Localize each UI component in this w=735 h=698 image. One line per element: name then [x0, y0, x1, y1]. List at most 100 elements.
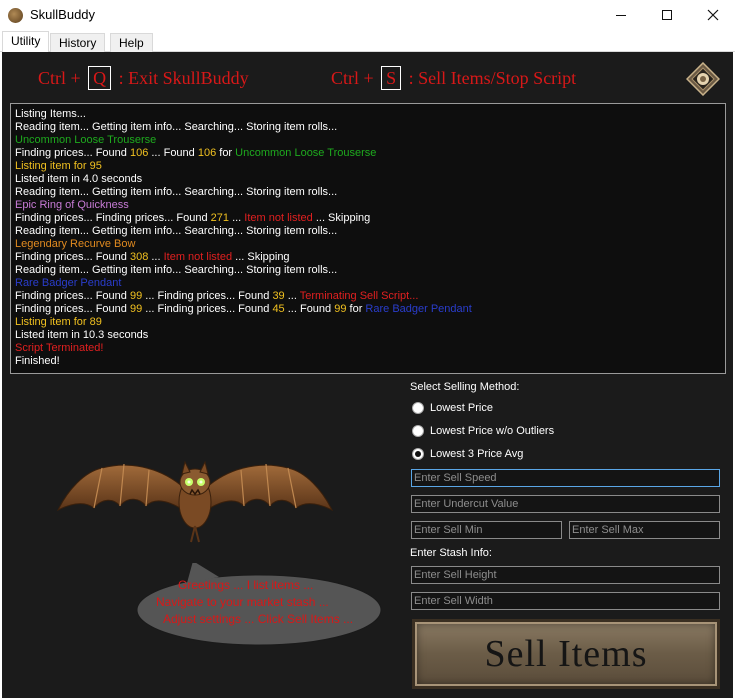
method-lowest-3-avg[interactable]: Lowest 3 Price Avg: [412, 448, 523, 460]
log-line: Listing item for 95: [15, 160, 721, 173]
log-segment: ...: [229, 212, 245, 224]
log-segment: ...: [148, 251, 164, 263]
radio-label: Lowest Price: [430, 402, 493, 414]
log-segment: Uncommon Loose Trouserse: [235, 147, 377, 159]
exit-hotkey-key: Q: [88, 66, 112, 90]
log-segment: ... Skipping: [232, 251, 290, 263]
bat-icon: [56, 460, 334, 543]
log-segment: ... Finding prices... Found: [142, 290, 273, 302]
method-lowest-price-no-outliers[interactable]: Lowest Price w/o Outliers: [412, 425, 554, 437]
sell-hotkey-hint: Ctrl + S : Sell Items/Stop Script: [331, 66, 576, 90]
tab-utility[interactable]: Utility: [2, 31, 50, 52]
activity-log[interactable]: Listing Items... Reading item... Getting …: [10, 103, 726, 374]
log-segment: Listed item in 10.3 seconds: [15, 329, 149, 341]
log-segment: Listed item in 4.0 seconds: [15, 173, 143, 185]
radio-lowest-3-avg[interactable]: [412, 448, 424, 460]
tab-help[interactable]: Help: [110, 33, 153, 52]
log-segment: Finding prices... Found: [15, 251, 130, 263]
utility-panel: Ctrl + Q : Exit SkullBuddy Ctrl + S : Se…: [2, 52, 733, 698]
log-segment: Reading item... Getting item info... Sea…: [15, 225, 338, 237]
sell-min-input[interactable]: [411, 521, 562, 539]
bubble-line-3: Adjust settings ... Click Sell Items ...: [163, 612, 354, 626]
log-line: Reading item... Getting item info... Sea…: [15, 186, 721, 199]
log-segment: 99: [334, 303, 347, 315]
log-line: Reading item... Getting item info... Sea…: [15, 225, 721, 238]
radio-lowest-price-no-outliers[interactable]: [412, 425, 424, 437]
tab-bar: Utility History Help: [0, 31, 735, 52]
log-segment: Uncommon Loose Trouserse: [15, 134, 157, 146]
log-segment: Listing item for 89: [15, 316, 102, 328]
log-segment: Rare Badger Pendant: [365, 303, 472, 315]
minimize-icon: [616, 14, 626, 16]
log-segment: Listing Items...: [15, 108, 86, 120]
log-segment: Item not listed: [244, 212, 313, 224]
log-segment: ... Found: [284, 303, 335, 315]
close-icon: [707, 9, 719, 21]
log-line: Finding prices... Found 99 ... Finding p…: [15, 290, 721, 303]
log-line: Finding prices... Found 99 ... Finding p…: [15, 303, 721, 316]
stash-height-input[interactable]: [411, 566, 720, 584]
log-segment: Finished!: [15, 355, 60, 367]
log-segment: 39: [272, 290, 285, 302]
log-segment: 271: [210, 212, 230, 224]
sell-max-input[interactable]: [569, 521, 720, 539]
minimize-button[interactable]: [598, 0, 644, 30]
log-line: Legendary Recurve Bow: [15, 238, 721, 251]
log-line: Uncommon Loose Trouserse: [15, 134, 721, 147]
log-line: Reading item... Getting item info... Sea…: [15, 264, 721, 277]
radio-label: Lowest Price w/o Outliers: [430, 425, 555, 437]
log-line: Listing item for 89: [15, 316, 721, 329]
log-segment: Finding prices... Found: [15, 147, 130, 159]
title-bar[interactable]: SkullBuddy: [0, 0, 735, 31]
log-segment: 45: [272, 303, 285, 315]
log-segment: for: [346, 303, 366, 315]
exit-hotkey-prefix: Ctrl +: [38, 68, 81, 88]
log-line: Reading item... Getting item info... Sea…: [15, 121, 721, 134]
log-segment: Finding prices... Found: [15, 290, 130, 302]
exit-hotkey-hint: Ctrl + Q : Exit SkullBuddy: [38, 66, 249, 90]
sell-speed-input[interactable]: [411, 469, 720, 487]
log-segment: ... Found: [148, 147, 198, 159]
stash-info-label: Enter Stash Info:: [410, 547, 492, 559]
log-line: Finding prices... Found 106 ... Found 10…: [15, 147, 721, 160]
maximize-button[interactable]: [644, 0, 690, 30]
sell-hotkey-prefix: Ctrl +: [331, 68, 374, 88]
log-line: Listed item in 10.3 seconds: [15, 329, 721, 342]
log-segment: Reading item... Getting item info... Sea…: [15, 121, 338, 133]
sell-hotkey-action: : Sell Items/Stop Script: [408, 68, 577, 88]
log-segment: Finding prices... Finding prices... Foun…: [15, 212, 211, 224]
exit-hotkey-action: : Exit SkullBuddy: [118, 68, 249, 88]
bubble-line-1: Greetings ... I list items ...: [178, 578, 314, 592]
log-segment: Finding prices... Found: [15, 303, 130, 315]
sell-items-label: Sell Items: [484, 633, 648, 675]
radio-lowest-price[interactable]: [412, 402, 424, 414]
log-segment: 99: [129, 303, 143, 315]
log-segment: ... Skipping: [312, 212, 371, 224]
method-lowest-price[interactable]: Lowest Price: [412, 402, 493, 414]
bubble-line-2: Navigate to your market stash ...: [156, 595, 329, 609]
log-segment: Script Terminated!: [15, 342, 104, 354]
skull-icon: [8, 8, 23, 23]
log-line: Finding prices... Found 308 ... Item not…: [15, 251, 721, 264]
log-line: Listed item in 4.0 seconds: [15, 173, 721, 186]
tab-history[interactable]: History: [50, 33, 106, 52]
log-segment: Reading item... Getting item info... Sea…: [15, 186, 338, 198]
log-line: Script Terminated!: [15, 342, 721, 355]
log-line: Listing Items...: [15, 108, 721, 121]
sell-items-button[interactable]: Sell Items: [412, 619, 720, 689]
window-title: SkullBuddy: [30, 7, 96, 22]
close-button[interactable]: [690, 0, 735, 30]
log-segment: ...: [284, 290, 300, 302]
log-segment: 106: [197, 147, 217, 159]
log-segment: 99: [129, 290, 143, 302]
undercut-input[interactable]: [411, 495, 720, 513]
maximize-icon: [662, 10, 672, 20]
log-segment: Epic Ring of Quickness: [15, 199, 129, 211]
log-segment: Legendary Recurve Bow: [15, 238, 136, 250]
gear-icon[interactable]: [686, 62, 720, 96]
log-line: Finding prices... Finding prices... Foun…: [15, 212, 721, 225]
log-segment: Listing item for 95: [15, 160, 102, 172]
radio-label: Lowest 3 Price Avg: [430, 448, 524, 460]
stash-width-input[interactable]: [411, 592, 720, 610]
log-segment: for: [216, 147, 236, 159]
